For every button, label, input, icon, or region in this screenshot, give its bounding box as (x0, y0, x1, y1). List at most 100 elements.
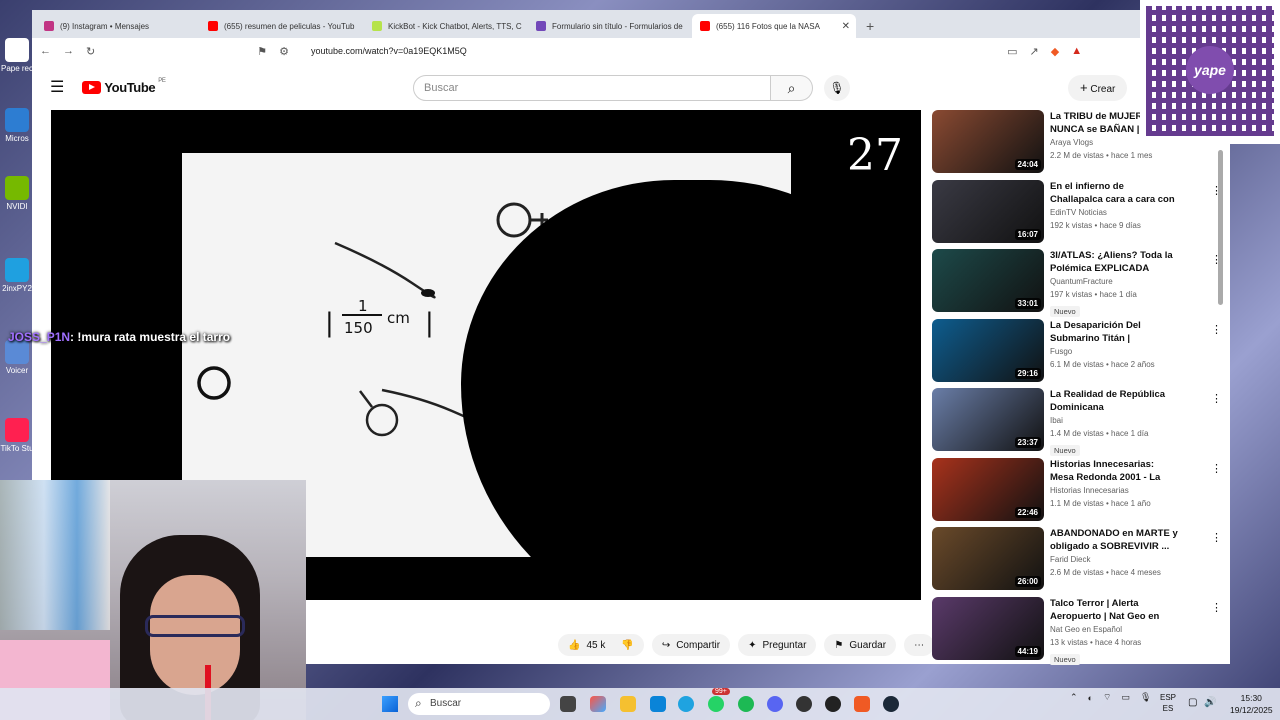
recommendation-item[interactable]: 44:19 Talco Terror | Alerta Aeropuerto | … (932, 596, 1222, 667)
windows-start-icon[interactable] (382, 696, 398, 712)
cast-icon[interactable]: ▭ (1007, 45, 1017, 58)
address-bar[interactable]: youtube.com/watch?v=0a19EQK1M5Q (301, 46, 995, 56)
video-thumbnail[interactable]: 22:46 (932, 457, 1044, 521)
more-options-icon[interactable]: ⋮ (1211, 392, 1222, 405)
recommendation-item[interactable]: 16:07 En el infierno de Challapalca cara … (932, 179, 1222, 250)
system-clock[interactable]: 15:30 19/12/2025 (1230, 692, 1273, 716)
channel-name[interactable]: QuantumFracture (1050, 275, 1178, 288)
like-button[interactable]: 👍 45 k 👎 (558, 634, 644, 656)
share-icon[interactable]: ↗ (1030, 45, 1039, 58)
network-icon[interactable]: ▢ (1188, 697, 1197, 708)
new-badge: Nuevo (1050, 653, 1080, 665)
wifi-icon[interactable]: ⌔ (1103, 692, 1111, 703)
save-button[interactable]: ⚑ Guardar (824, 634, 897, 656)
video-title[interactable]: En el infierno de Challapalca cara a car… (1050, 180, 1178, 206)
more-actions-button[interactable]: ⋯ (904, 634, 935, 656)
brave-shield-icon[interactable]: ◆ (1051, 45, 1059, 58)
copilot-icon[interactable] (590, 696, 606, 712)
brave-icon[interactable] (854, 696, 870, 712)
voice-search-button[interactable]: 🎙 (824, 75, 850, 101)
video-title[interactable]: Historias Innecesarias: Mesa Redonda 200… (1050, 458, 1178, 484)
steam-icon[interactable] (883, 696, 899, 712)
channel-name[interactable]: Ibai (1050, 414, 1178, 427)
video-thumbnail[interactable]: 24:04 (932, 110, 1044, 173)
desktop-shortcut[interactable]: Micros (0, 108, 34, 143)
search-button[interactable]: ⌕ (771, 75, 813, 101)
desktop-shortcut[interactable]: 2inxPY2 (0, 258, 34, 293)
video-title[interactable]: Talco Terror | Alerta Aeropuerto | Nat G… (1050, 597, 1178, 623)
obs-icon[interactable] (796, 696, 812, 712)
recommendation-item[interactable]: 23:37 La Realidad de República Dominicana… (932, 388, 1222, 458)
youtube-header: ☰ YouTube PE Buscar ⌕ 🎙 + Crear (32, 64, 1230, 110)
dislike-icon[interactable]: 👎 (621, 640, 633, 651)
more-options-icon[interactable]: ⋮ (1211, 531, 1222, 544)
channel-name[interactable]: Farid Dieck (1050, 553, 1178, 566)
file-explorer-icon[interactable] (620, 696, 636, 712)
app-icon[interactable] (825, 696, 841, 712)
display-icon[interactable]: ▭ (1121, 692, 1130, 703)
tab-close-icon[interactable]: ✕ (842, 21, 850, 32)
browser-tab[interactable]: KickBot - Kick Chatbot, Alerts, TTS, C (364, 14, 528, 38)
scale-right-bar: | (425, 308, 434, 338)
discord-icon[interactable] (767, 696, 783, 712)
channel-name[interactable]: Fusgo (1050, 345, 1178, 358)
video-info: ABANDONADO en MARTE y obligado a SOBREVI… (1050, 527, 1178, 597)
video-title[interactable]: 3I/ATLAS: ¿Aliens? Toda la Polémica EXPL… (1050, 249, 1178, 275)
whatsapp-icon[interactable] (708, 696, 724, 712)
create-button[interactable]: + Crear (1068, 75, 1128, 101)
youtube-logo[interactable]: YouTube PE (82, 78, 166, 95)
channel-name[interactable]: Historias Innecesarias (1050, 484, 1178, 497)
site-info-icon[interactable]: ⚙ (279, 45, 289, 58)
forward-icon[interactable]: → (63, 45, 74, 57)
recommendation-item[interactable]: 22:46 Historias Innecesarias: Mesa Redond… (932, 457, 1222, 528)
video-title[interactable]: ABANDONADO en MARTE y obligado a SOBREVI… (1050, 527, 1178, 553)
more-options-icon[interactable]: ⋮ (1211, 462, 1222, 475)
recommendation-item[interactable]: 33:01 3I/ATLAS: ¿Aliens? Toda la Polémica… (932, 249, 1222, 319)
brave-rewards-icon[interactable]: ▲ (1071, 45, 1082, 57)
desktop-shortcut[interactable]: TikTo Stu (0, 418, 34, 453)
security-icon[interactable]: ◐ (1088, 693, 1093, 703)
recommendation-item[interactable]: 29:16 La Desaparición Del Submarino Titán… (932, 318, 1222, 389)
bookmark-icon[interactable]: ⚑ (257, 45, 267, 58)
chevron-up-icon[interactable]: ⌃ (1070, 692, 1078, 703)
share-button[interactable]: ↪ Compartir (651, 634, 731, 656)
mic-tray-icon[interactable]: 🎙 (1140, 692, 1151, 703)
video-thumbnail[interactable]: 23:37 (932, 388, 1044, 451)
desktop-shortcut[interactable]: Voicer (0, 340, 34, 375)
video-thumbnail[interactable]: 29:16 (932, 318, 1044, 382)
page-scrollbar[interactable] (1218, 150, 1223, 305)
back-icon[interactable]: ← (40, 45, 51, 57)
browser-tab[interactable]: (655) 116 Fotos que la NASA ✕ (692, 14, 856, 38)
video-thumbnail[interactable]: 33:01 (932, 249, 1044, 312)
more-options-icon[interactable]: ⋮ (1211, 601, 1222, 614)
browser-tab[interactable]: Formulario sin título - Formularios de (528, 14, 692, 38)
desktop-shortcut[interactable]: Pape rec (0, 38, 34, 73)
ask-button[interactable]: ✦ Preguntar (738, 634, 817, 656)
video-info: La Desaparición Del Submarino Titán | Do… (1050, 319, 1178, 389)
edge-icon[interactable] (678, 696, 694, 712)
spotify-icon[interactable] (738, 696, 754, 712)
language-indicator[interactable]: ESP ES (1160, 692, 1176, 714)
male-symbol-arrow (359, 390, 373, 408)
channel-name[interactable]: EdinTV Noticias (1050, 206, 1178, 219)
recommendation-item[interactable]: 26:00 ABANDONADO en MARTE y obligado a SO… (932, 527, 1222, 597)
desktop-shortcut-label: Pape rec (0, 64, 34, 73)
taskbar-search[interactable]: Buscar (408, 693, 550, 715)
menu-icon[interactable]: ☰ (50, 77, 64, 97)
video-title[interactable]: La Realidad de República Dominicana (1050, 388, 1178, 414)
volume-icon[interactable]: 🔊 (1204, 697, 1216, 708)
browser-tab[interactable]: (9) Instagram • Mensajes (36, 14, 200, 38)
more-options-icon[interactable]: ⋮ (1211, 323, 1222, 336)
video-thumbnail[interactable]: 26:00 (932, 527, 1044, 590)
video-title[interactable]: La Desaparición Del Submarino Titán | Do… (1050, 319, 1178, 345)
new-tab-button[interactable]: + (856, 18, 884, 38)
video-thumbnail[interactable]: 16:07 (932, 179, 1044, 243)
task-view-icon[interactable] (560, 696, 576, 712)
channel-name[interactable]: Nat Geo en Español (1050, 623, 1178, 636)
browser-tab[interactable]: (655) resumen de peliculas - YouTub (200, 14, 364, 38)
search-input[interactable]: Buscar (413, 75, 771, 101)
desktop-shortcut[interactable]: NVIDI (0, 176, 34, 211)
mail-icon[interactable] (650, 696, 666, 712)
video-thumbnail[interactable]: 44:19 (932, 596, 1044, 660)
reload-icon[interactable]: ↻ (86, 45, 95, 58)
